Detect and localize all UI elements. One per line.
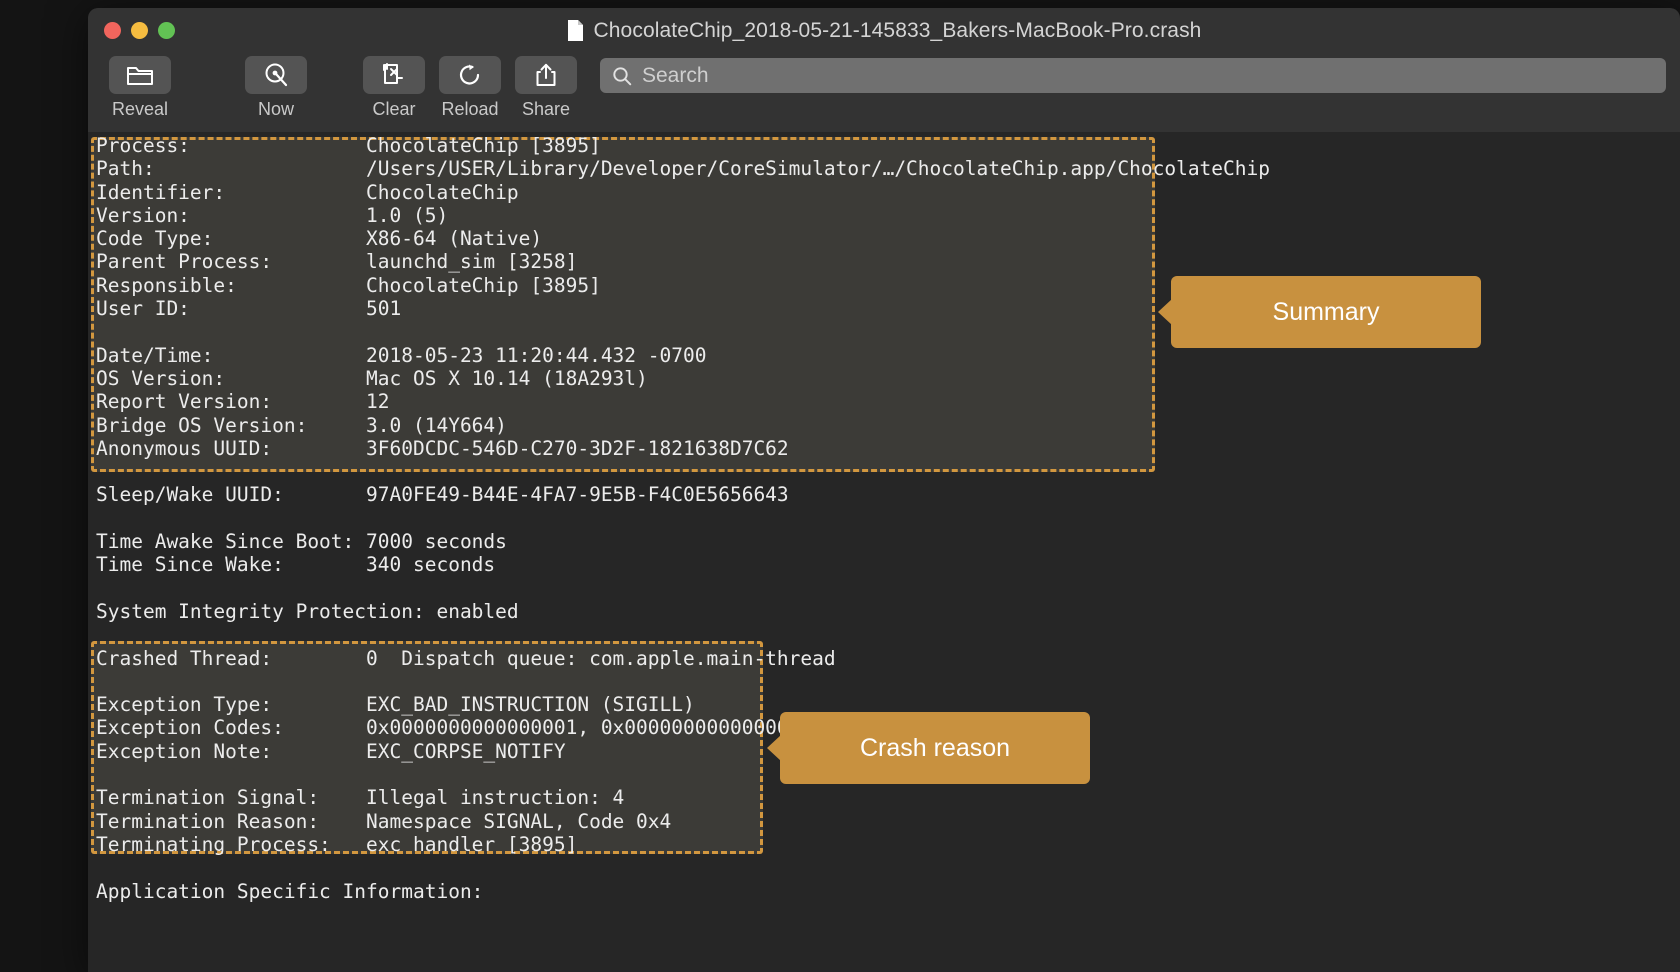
crash-reason-callout: Crash reason: [780, 712, 1090, 784]
summary-callout-label: Summary: [1273, 298, 1380, 327]
share-upload-icon: [534, 62, 558, 88]
callout-notch-left: [1158, 299, 1172, 325]
crash-log-content[interactable]: Process: ChocolateChip [3895] Path: /Use…: [88, 132, 1680, 972]
zoom-window-button[interactable]: [158, 22, 175, 39]
toolbar-buttons: Reveal Now: [102, 56, 584, 120]
document-icon: [567, 20, 584, 42]
callout-notch-left-2: [767, 735, 781, 761]
window-title: ChocolateChip_2018-05-21-145833_Bakers-M…: [594, 19, 1202, 43]
reveal-label: Reveal: [112, 99, 168, 120]
reload-circular-arrow-icon: [457, 62, 483, 88]
share-button[interactable]: Share: [508, 56, 584, 120]
clear-page-icon: [380, 62, 408, 88]
reveal-button[interactable]: Reveal: [102, 56, 178, 120]
share-label: Share: [522, 99, 570, 120]
window-titlebar[interactable]: ChocolateChip_2018-05-21-145833_Bakers-M…: [88, 8, 1680, 54]
crash-log-text: Process: ChocolateChip [3895] Path: /Use…: [96, 134, 1270, 903]
close-window-button[interactable]: [104, 22, 121, 39]
search-icon: [612, 66, 632, 86]
clear-button[interactable]: Clear: [356, 56, 432, 120]
summary-callout: Summary: [1171, 276, 1481, 348]
target-pointer-icon: [263, 62, 289, 88]
search-input[interactable]: [642, 64, 1654, 88]
window-title-group: ChocolateChip_2018-05-21-145833_Bakers-M…: [88, 8, 1680, 54]
minimize-window-button[interactable]: [131, 22, 148, 39]
clear-label: Clear: [372, 99, 415, 120]
folder-icon: [126, 63, 154, 87]
crash-report-window: ChocolateChip_2018-05-21-145833_Bakers-M…: [88, 8, 1680, 972]
window-controls: [104, 22, 175, 39]
reload-label: Reload: [441, 99, 498, 120]
desktop-background: ChocolateChip_2018-05-21-145833_Bakers-M…: [0, 0, 1680, 972]
now-label: Now: [258, 99, 294, 120]
crash-reason-callout-label: Crash reason: [860, 734, 1010, 763]
now-button[interactable]: Now: [238, 56, 314, 120]
reload-button[interactable]: Reload: [432, 56, 508, 120]
toolbar: Reveal Now: [88, 54, 1680, 132]
search-field[interactable]: [600, 58, 1666, 93]
